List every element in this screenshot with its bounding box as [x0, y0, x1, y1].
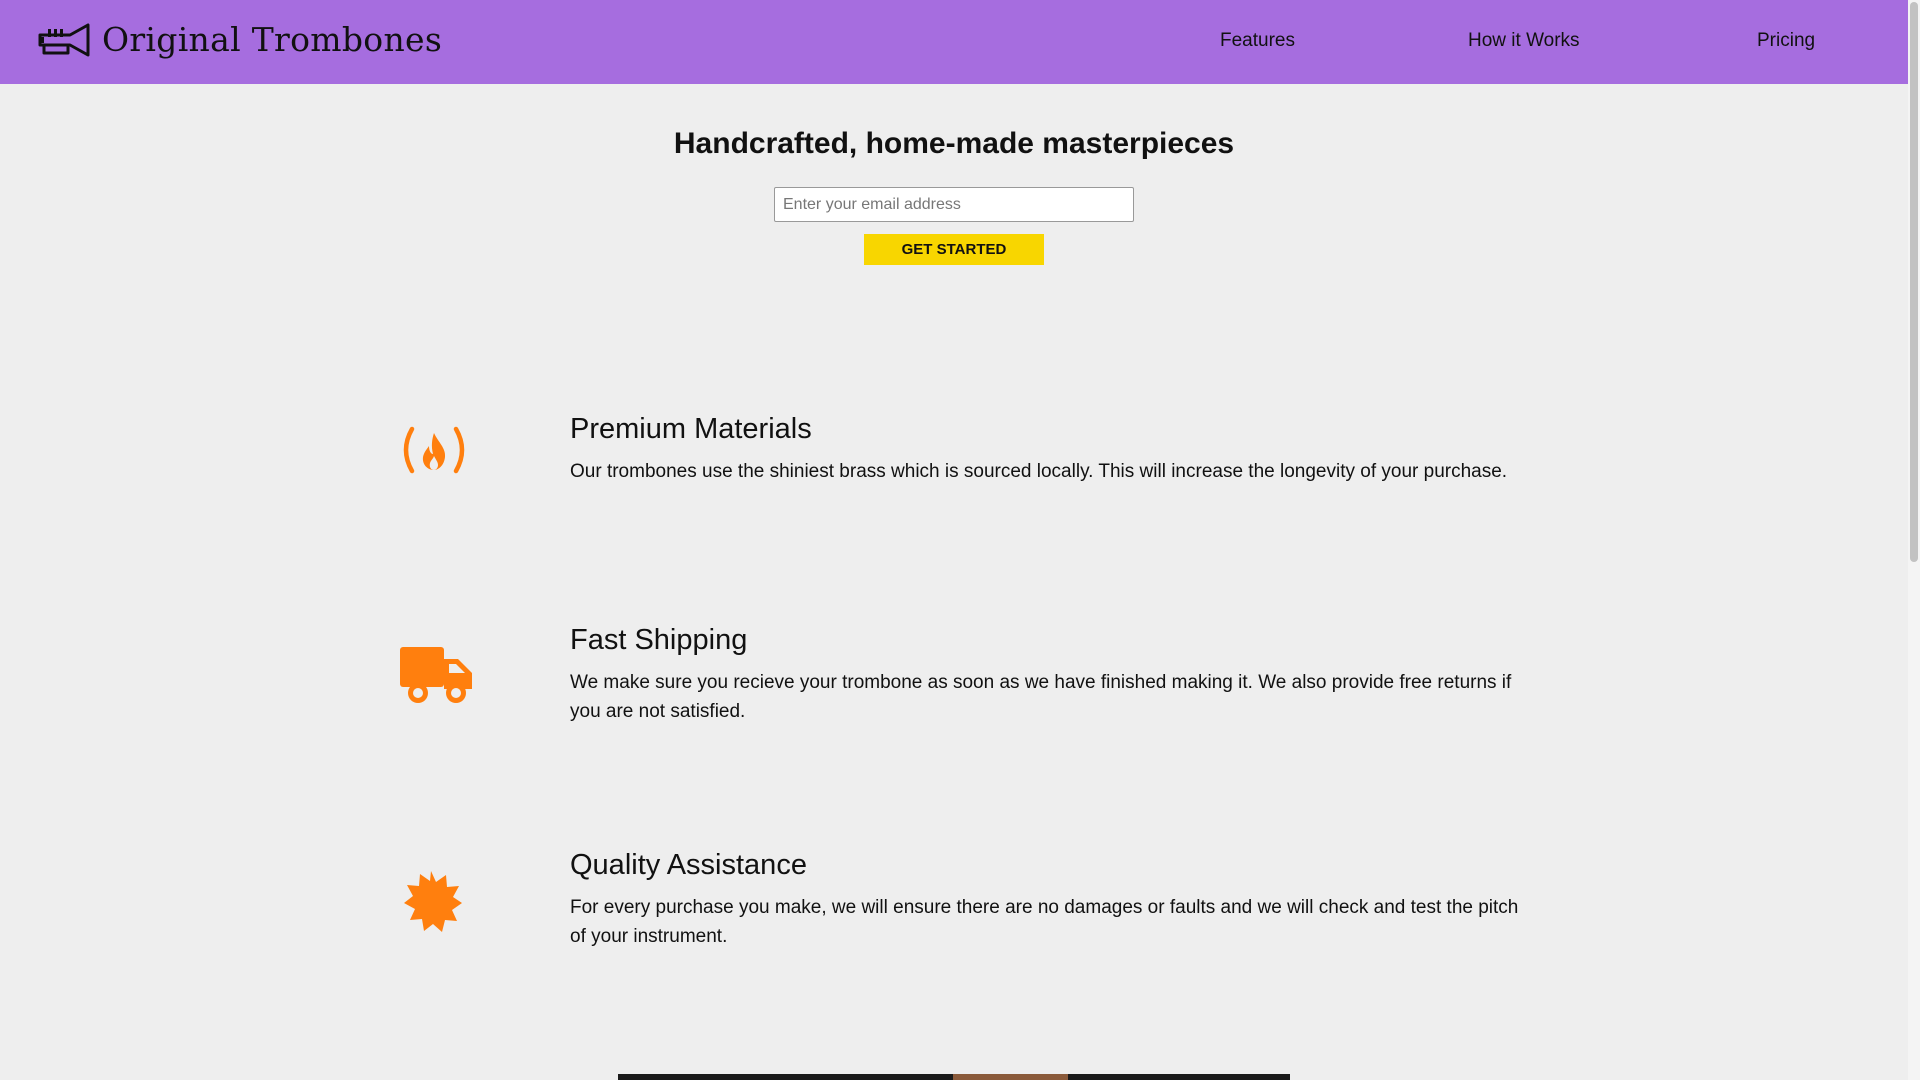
feature-title-premium-materials: Premium Materials — [570, 413, 812, 445]
site-header: Original Trombones Features How it Works… — [0, 0, 1908, 84]
nav-link-how-it-works[interactable]: How it Works — [1468, 30, 1580, 52]
nav-link-features[interactable]: Features — [1220, 30, 1295, 52]
video-preview[interactable] — [618, 1074, 1290, 1080]
badge-icon — [404, 871, 462, 932]
brand-name: Original Trombones — [102, 20, 443, 59]
feature-desc-fast-shipping: We make sure you recieve your trombone a… — [570, 672, 1512, 722]
trumpet-icon — [38, 23, 90, 56]
feature-title-quality-assistance: Quality Assistance — [570, 849, 807, 881]
page: Original Trombones Features How it Works… — [0, 0, 1908, 1080]
video-thumbnail-region — [953, 1074, 1068, 1080]
get-started-button[interactable]: GET STARTED — [864, 234, 1044, 265]
scrollbar[interactable] — [1908, 0, 1920, 1080]
email-input[interactable] — [774, 187, 1134, 222]
hero-title: Handcrafted, home-made masterpieces — [673, 127, 1235, 160]
feature-title-fast-shipping: Fast Shipping — [570, 624, 748, 656]
truck-icon — [400, 647, 472, 703]
scrollbar-thumb[interactable] — [1910, 2, 1918, 562]
nav-link-pricing[interactable]: Pricing — [1757, 30, 1815, 52]
fire-icon — [403, 426, 465, 474]
logo[interactable]: Original Trombones — [38, 20, 442, 59]
feature-desc-quality-assistance: For every purchase you make, we will ens… — [570, 897, 1519, 947]
feature-desc-premium-materials: Our trombones use the shiniest brass whi… — [570, 461, 1508, 482]
